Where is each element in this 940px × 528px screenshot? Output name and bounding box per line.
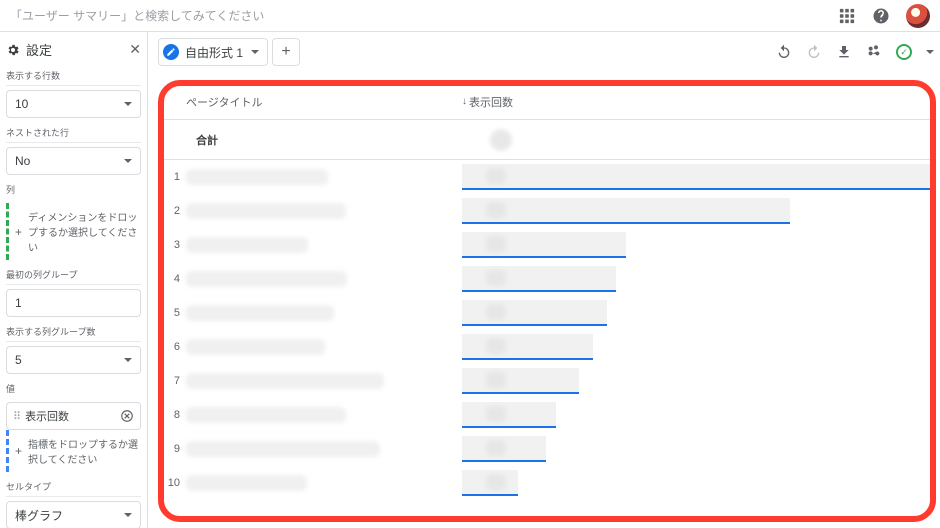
total-value [490,129,512,151]
data-table: ページタイトル ↓ 表示回数 合計 1 2 3 4 5 6 7 8 9 10 [158,84,934,524]
row-index: 8 [162,409,186,421]
metric-bar [462,470,518,496]
celltype-select[interactable]: 棒グラフ [6,501,141,528]
row-index: 6 [162,341,186,353]
first-group-input[interactable]: 1 [6,289,141,317]
remove-icon[interactable] [120,409,134,423]
row-index: 5 [162,307,186,319]
chevron-down-icon [124,513,132,517]
dimension-dropzone[interactable]: + ディメンションをドロップするか選択してください [6,203,141,260]
tab-freeform[interactable]: 自由形式 1 [158,38,268,66]
first-group-label: 最初の列グループ [6,268,141,285]
settings-title: 設定 [26,40,123,59]
values-label: 値 [6,382,141,398]
page-title-redacted [186,475,307,491]
group-count-label: 表示する列グループ数 [6,325,141,342]
table-row[interactable]: 3 [162,228,930,262]
chevron-down-icon [124,102,132,106]
celltype-value: 棒グラフ [15,507,63,524]
help-icon[interactable] [872,7,890,25]
first-group-value: 1 [15,296,22,310]
nested-label: ネストされた行 [6,126,141,143]
table-row[interactable]: 9 [162,432,930,466]
avatar[interactable] [906,4,930,28]
apps-icon[interactable] [838,7,856,25]
download-icon[interactable] [836,44,852,60]
table-row[interactable]: 8 [162,398,930,432]
group-count-value: 5 [15,353,22,367]
column-metric[interactable]: ↓ 表示回数 [462,94,930,110]
metric-bar [462,334,593,360]
metric-bar [462,436,546,462]
chevron-down-icon [251,50,259,54]
table-row[interactable]: 4 [162,262,930,296]
plus-icon: + [15,444,22,458]
row-index: 10 [162,477,186,489]
redo-icon[interactable] [806,44,822,60]
chevron-down-icon [926,50,934,54]
chevron-down-icon [124,358,132,362]
table-row[interactable]: 6 [162,330,930,364]
page-title-redacted [186,407,346,423]
page-title-redacted [186,169,328,185]
rows-select[interactable]: 10 [6,90,141,118]
search-placeholder[interactable]: 「ユーザー サマリー」と検索してみてください [10,7,838,24]
page-title-redacted [186,441,380,457]
total-label: 合計 [162,132,462,148]
table-row[interactable]: 5 [162,296,930,330]
table-row[interactable]: 7 [162,364,930,398]
page-title-redacted [186,237,308,253]
page-title-redacted [186,203,346,219]
undo-icon[interactable] [776,44,792,60]
metric-bar [462,402,556,428]
row-index: 4 [162,273,186,285]
metric-bar [462,266,616,292]
metric-drop-text: 指標をドロップするか選択してください [28,436,139,466]
column-page-title[interactable]: ページタイトル [162,94,462,110]
metric-bar [462,300,607,326]
sort-down-icon: ↓ [462,96,467,107]
metric-dropzone[interactable]: + 指標をドロップするか選択してください [6,430,141,472]
row-index: 3 [162,239,186,251]
metric-header-text: 表示回数 [469,94,513,110]
value-chip-label: 表示回数 [25,408,69,424]
row-index: 7 [162,375,186,387]
metric-bar [462,164,930,190]
page-title-redacted [186,305,334,321]
table-row[interactable]: 2 [162,194,930,228]
gear-icon [6,43,20,57]
nested-value: No [15,154,30,168]
metric-bar [462,368,579,394]
table-row[interactable]: 1 [162,160,930,194]
row-index: 1 [162,171,186,183]
drag-icon: ⠿ [13,410,19,423]
metric-bar [462,198,790,224]
columns-label: 列 [6,183,141,199]
edit-icon [163,44,179,60]
page-title-redacted [186,271,347,287]
settings-panel: 設定 ✕ 表示する行数 10 ネストされた行 No 列 + ディメンションをドロ… [0,32,148,528]
page-title-redacted [186,339,325,355]
nested-select[interactable]: No [6,147,141,175]
status-ok-icon[interactable] [896,44,912,60]
rows-value: 10 [15,97,28,111]
tab-label: 自由形式 1 [185,44,243,61]
table-row[interactable]: 10 [162,466,930,500]
group-count-select[interactable]: 5 [6,346,141,374]
celltype-label: セルタイプ [6,480,141,497]
plus-icon: + [15,225,22,239]
page-title-redacted [186,373,384,389]
row-index: 9 [162,443,186,455]
value-chip[interactable]: ⠿ 表示回数 [6,402,141,430]
metric-bar [462,232,626,258]
close-icon[interactable]: ✕ [129,41,141,58]
row-index: 2 [162,205,186,217]
rows-label: 表示する行数 [6,69,141,86]
share-icon[interactable] [866,44,882,60]
chevron-down-icon [124,159,132,163]
dimension-drop-text: ディメンションをドロップするか選択してください [28,209,139,254]
add-tab-button[interactable]: + [272,38,300,66]
